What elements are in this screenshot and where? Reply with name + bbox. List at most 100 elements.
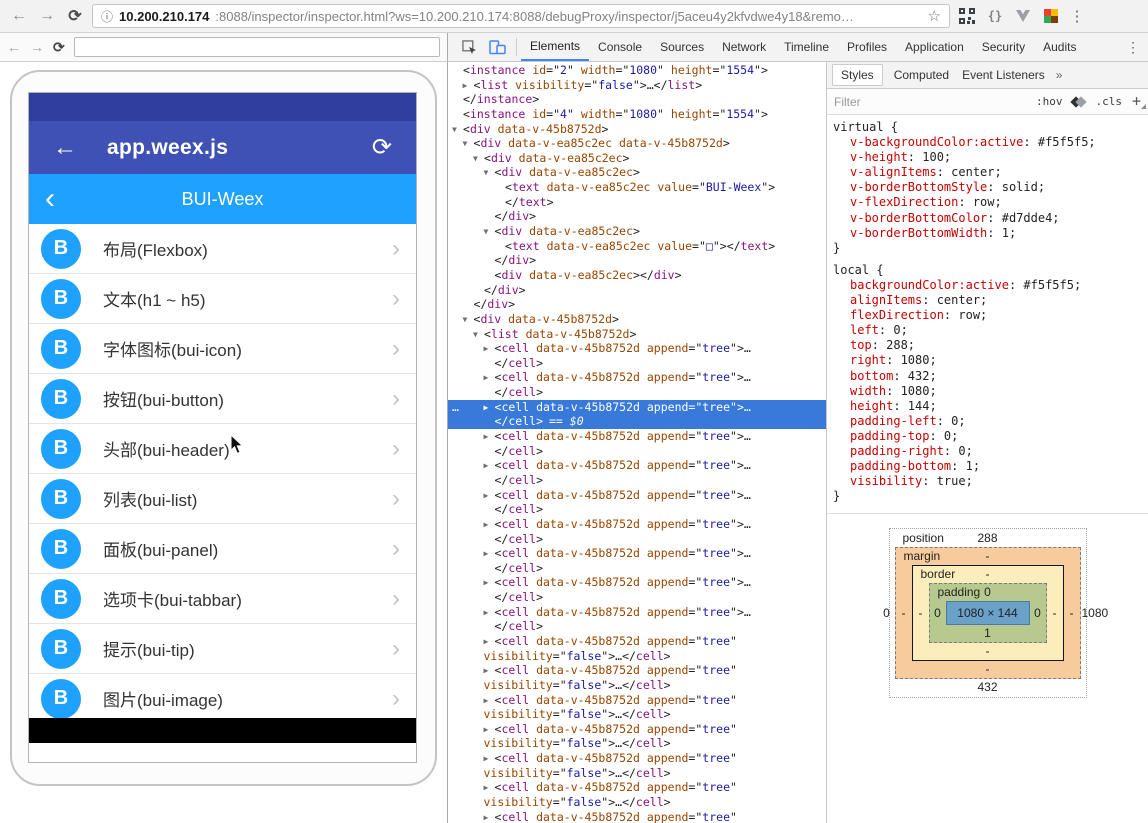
pseudo-state-icon[interactable] <box>1072 98 1085 106</box>
dom-tree-line[interactable]: <text data-v-ea85c2ec value="BUI-Weex"> <box>448 180 826 195</box>
collapsed-arrow-icon[interactable]: ▶ <box>484 664 495 679</box>
dom-tree-line[interactable]: </div> <box>448 297 826 312</box>
position-left-value[interactable]: 0 <box>879 606 895 620</box>
screencast-address-input[interactable] <box>74 37 440 57</box>
page-info-icon[interactable]: ⓘ <box>101 8 113 25</box>
dom-tree-line[interactable]: ▼<div data-v-ea85c2ec data-v-45b8752d> <box>448 136 826 151</box>
css-property[interactable]: top: 288; <box>833 338 1142 353</box>
sidebar-tab-styles[interactable]: Styles <box>832 64 883 86</box>
add-class-button[interactable]: .cls <box>1095 95 1122 108</box>
rule-selector[interactable]: virtual { <box>833 120 1142 135</box>
dom-tree-line[interactable]: ▶<cell data-v-45b8752d append="tree" <box>448 663 826 678</box>
position-top-value[interactable]: 288 <box>977 531 997 545</box>
margin-top-value[interactable]: - <box>986 549 990 563</box>
dom-tree-line[interactable]: ▶<cell data-v-45b8752d append="tree" <box>448 693 826 708</box>
css-property[interactable]: left: 0; <box>833 323 1142 338</box>
dom-tree-line[interactable]: </div> <box>448 209 826 224</box>
dom-tree-line[interactable]: ▼<div data-v-ea85c2ec> <box>448 151 826 166</box>
sidebar-tab-event-listeners[interactable]: Event Listeners <box>960 65 1047 85</box>
tab-timeline[interactable]: Timeline <box>775 33 838 61</box>
expanded-arrow-icon[interactable]: ▼ <box>452 123 463 138</box>
address-bar[interactable]: ⓘ 10.200.210.174 :8088/inspector/inspect… <box>92 4 950 28</box>
dom-tree-line[interactable]: visibility="false">…</cell> <box>448 707 826 722</box>
tab-network[interactable]: Network <box>713 33 775 61</box>
collapsed-arrow-icon[interactable]: ▶ <box>463 79 474 94</box>
css-property[interactable]: right: 1080; <box>833 353 1142 368</box>
dom-tree-line[interactable]: </div> <box>448 253 826 268</box>
dom-tree-line[interactable]: visibility="false">…</cell> <box>448 795 826 810</box>
new-style-rule-button[interactable]: + <box>1132 96 1141 107</box>
expanded-arrow-icon[interactable]: ▼ <box>473 328 484 343</box>
collapsed-arrow-icon[interactable]: ▶ <box>484 694 495 709</box>
colorful-extension-icon[interactable] <box>1040 6 1062 26</box>
dom-tree-line[interactable]: </cell> <box>448 385 826 400</box>
dom-tree-line[interactable]: </cell> <box>448 444 826 459</box>
expanded-arrow-icon[interactable]: ▼ <box>463 313 474 328</box>
collapsed-arrow-icon[interactable]: ▶ <box>484 371 495 386</box>
tab-profiles[interactable]: Profiles <box>838 33 896 61</box>
list-item-0[interactable]: B布局(Flexbox)› <box>29 224 416 274</box>
dom-tree-line[interactable]: ▶<cell data-v-45b8752d append="tree">… <box>448 546 826 561</box>
dom-tree-line[interactable]: </cell>== $0 <box>448 414 826 429</box>
app-back-icon[interactable]: ← <box>53 134 77 162</box>
collapsed-arrow-icon[interactable]: ▶ <box>484 781 495 796</box>
dom-tree-line[interactable]: </div> <box>448 283 826 298</box>
tab-security[interactable]: Security <box>973 33 1034 61</box>
css-property[interactable]: v-height: 100; <box>833 150 1142 165</box>
collapsed-arrow-icon[interactable]: ▶ <box>484 606 495 621</box>
qr-extension-icon[interactable] <box>956 6 978 26</box>
collapsed-arrow-icon[interactable]: ▶ <box>484 635 495 650</box>
collapsed-arrow-icon[interactable]: ▶ <box>484 518 495 533</box>
browser-forward-icon[interactable]: → <box>36 7 58 25</box>
dom-tree-line[interactable]: ▶<cell data-v-45b8752d append="tree" <box>448 780 826 795</box>
css-property[interactable]: alignItems: center; <box>833 293 1142 308</box>
dom-tree-line[interactable]: ▶<cell data-v-45b8752d append="tree">… <box>448 341 826 356</box>
dom-tree-line[interactable]: ▼<list data-v-45b8752d> <box>448 327 826 342</box>
list-item-7[interactable]: B选项卡(bui-tabbar)› <box>29 574 416 624</box>
padding-left-value[interactable]: 0 <box>930 606 946 620</box>
css-property[interactable]: v-borderBottomStyle: solid; <box>833 180 1142 195</box>
dom-tree-line[interactable]: visibility="false">…</cell> <box>448 678 826 693</box>
box-model-margin[interactable]: margin- - border- - padding0 <box>895 547 1081 679</box>
css-property[interactable]: padding-left: 0; <box>833 414 1142 429</box>
tab-sources[interactable]: Sources <box>651 33 713 61</box>
dom-tree-line[interactable]: <instance id="2" width="1080" height="15… <box>448 63 826 78</box>
list-item-3[interactable]: B按钮(bui-button)› <box>29 374 416 424</box>
css-property[interactable]: v-flexDirection: row; <box>833 195 1142 210</box>
css-property[interactable]: height: 144; <box>833 399 1142 414</box>
dom-tree-line[interactable]: </cell> <box>448 473 826 488</box>
list-item-1[interactable]: B文本(h1 ~ h5)› <box>29 274 416 324</box>
more-tabs-icon[interactable]: » <box>1056 68 1063 82</box>
dom-tree-line[interactable]: ▶<cell data-v-45b8752d append="tree" <box>448 722 826 737</box>
dom-tree-line[interactable]: ▶<cell data-v-45b8752d append="tree">… <box>448 429 826 444</box>
expanded-arrow-icon[interactable]: ▼ <box>463 137 474 152</box>
dom-tree-line[interactable]: ▶<cell data-v-45b8752d append="tree" <box>448 634 826 649</box>
collapsed-arrow-icon[interactable]: ▶ <box>484 752 495 767</box>
position-bottom-value[interactable]: 432 <box>895 679 1081 696</box>
dom-tree-line[interactable]: ▶<cell data-v-45b8752d append="tree">… <box>448 605 826 620</box>
expanded-arrow-icon[interactable]: ▼ <box>473 152 484 167</box>
inspect-element-icon[interactable] <box>456 33 483 61</box>
css-property[interactable]: v-backgroundColor:active: #f5f5f5; <box>833 135 1142 150</box>
dom-tree-line[interactable]: ▼<div data-v-ea85c2ec> <box>448 165 826 180</box>
collapsed-arrow-icon[interactable]: ▶ <box>484 489 495 504</box>
css-property[interactable]: v-borderBottomWidth: 1; <box>833 226 1142 241</box>
dom-tree-line[interactable]: ▶<cell data-v-45b8752d append="tree">… <box>448 370 826 385</box>
border-bottom-value[interactable]: - <box>913 643 1063 660</box>
box-model-position[interactable]: position288 0 margin- - border- - <box>889 528 1087 698</box>
margin-bottom-value[interactable]: - <box>896 661 1080 678</box>
dom-tree-line[interactable]: </cell> <box>448 561 826 576</box>
dom-tree-line[interactable]: ▶<cell data-v-45b8752d append="tree">… <box>448 488 826 503</box>
filter-input[interactable]: Filter <box>834 95 861 109</box>
border-right-value[interactable]: - <box>1047 606 1063 620</box>
collapsed-arrow-icon[interactable]: ▶ <box>484 723 495 738</box>
list-item-6[interactable]: B面板(bui-panel)› <box>29 524 416 574</box>
sidebar-tab-computed[interactable]: Computed <box>892 65 951 85</box>
css-property[interactable]: padding-bottom: 1; <box>833 459 1142 474</box>
dom-tree-line[interactable]: ▼<div data-v-ea85c2ec> <box>448 224 826 239</box>
box-model-padding[interactable]: padding0 0 1080 × 144 0 1 <box>929 583 1047 643</box>
padding-bottom-value[interactable]: 1 <box>930 625 1046 642</box>
dom-tree-line[interactable]: <instance id="4" width="1080" height="15… <box>448 107 826 122</box>
screencast-reload-icon[interactable]: ⟳ <box>53 39 65 56</box>
position-right-value[interactable]: 1080 <box>1081 606 1097 620</box>
